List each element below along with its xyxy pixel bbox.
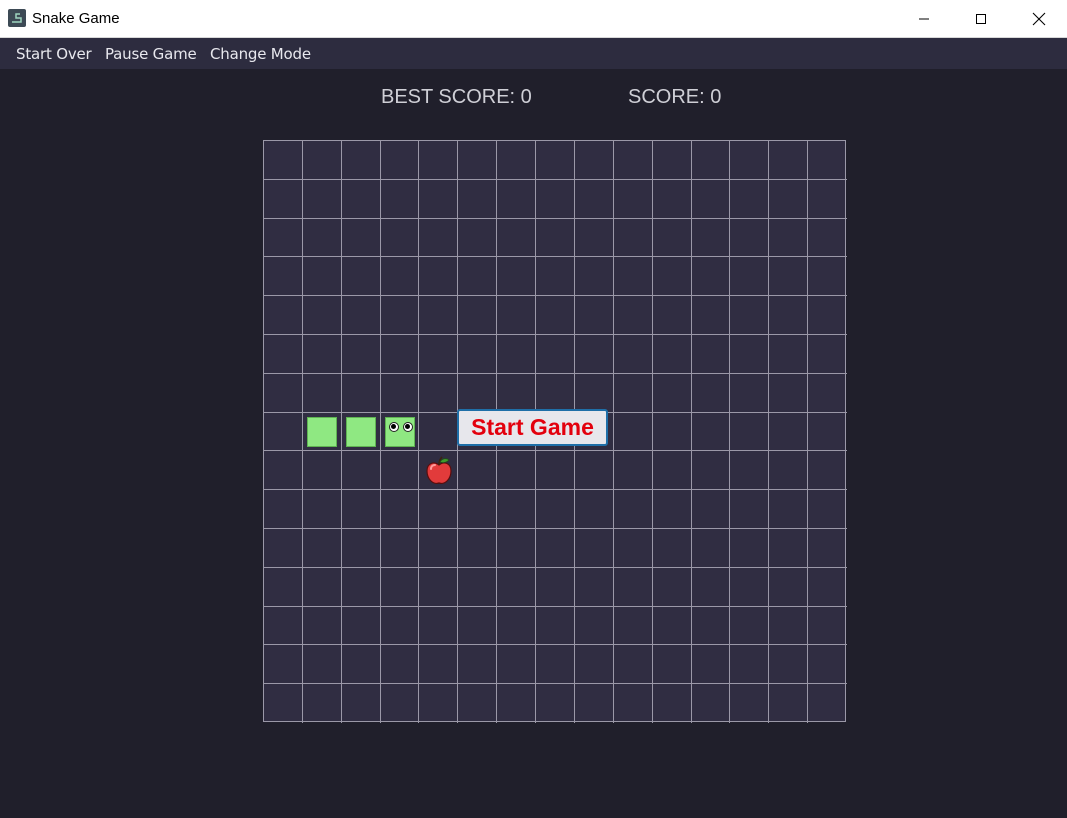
menu-bar: Start Over Pause Game Change Mode	[0, 38, 1067, 69]
menu-pause-game[interactable]: Pause Game	[105, 45, 197, 63]
snake-app-icon	[8, 9, 26, 27]
apple-icon	[425, 456, 453, 491]
snake-eye-icon	[403, 422, 413, 432]
window-title: Snake Game	[32, 10, 120, 27]
snake-body-segment	[346, 417, 376, 447]
menu-start-over[interactable]: Start Over	[16, 45, 92, 63]
snake-eye-icon	[389, 422, 399, 432]
close-icon	[1032, 12, 1046, 25]
close-button[interactable]	[1010, 0, 1067, 37]
best-score: BEST SCORE: 0	[381, 86, 532, 108]
maximize-button[interactable]	[952, 0, 1010, 37]
start-game-button[interactable]: Start Game	[457, 409, 608, 446]
title-bar: Snake Game	[0, 0, 1067, 38]
maximize-icon	[976, 13, 986, 24]
snake-head	[385, 417, 415, 447]
minimize-button[interactable]	[895, 0, 953, 37]
minimize-icon	[919, 18, 929, 19]
menu-change-mode[interactable]: Change Mode	[210, 45, 311, 63]
current-score: SCORE: 0	[628, 86, 722, 108]
snake-body-segment	[307, 417, 337, 447]
